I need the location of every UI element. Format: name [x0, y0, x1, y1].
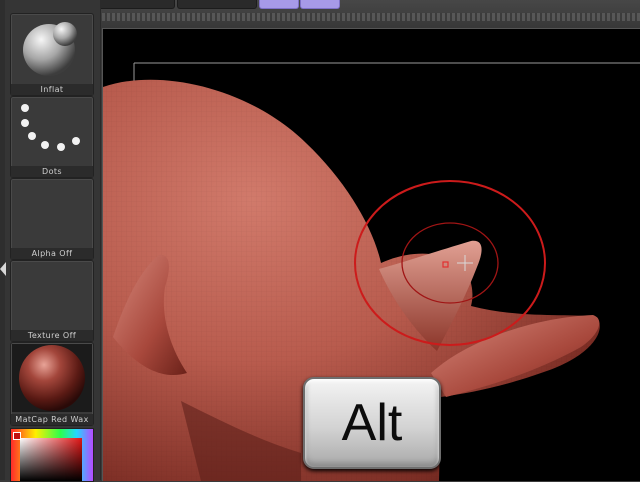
stroke-selector[interactable]: Dots — [10, 96, 94, 178]
toolbar-button-2[interactable] — [93, 0, 175, 9]
color-marker-icon — [13, 432, 21, 440]
material-label: MatCap Red Wax — [11, 414, 93, 425]
toolbar-button-3[interactable] — [177, 0, 257, 9]
stroke-label: Dots — [11, 166, 93, 177]
texture-label: Texture Off — [11, 330, 93, 341]
alpha-label: Alpha Off — [11, 248, 93, 259]
collapse-arrow-icon[interactable] — [0, 262, 6, 276]
toolbar-toggle-purple-2[interactable] — [300, 0, 340, 9]
shelf-edge — [0, 0, 5, 480]
brush-sphere-icon — [23, 22, 77, 76]
brush-selector[interactable]: Inflat — [10, 13, 94, 96]
brush-label: Inflat — [11, 84, 93, 95]
material-sphere-icon — [12, 344, 92, 412]
material-selector[interactable]: MatCap Red Wax — [10, 342, 94, 426]
stroke-dots-icon — [21, 104, 80, 151]
alpha-selector[interactable]: Alpha Off — [10, 178, 94, 260]
color-picker[interactable] — [10, 428, 94, 482]
toolbar-ruler — [102, 13, 640, 21]
left-shelf: Inflat Dots Alpha Off Texture Off MatCap… — [0, 0, 101, 482]
alt-key-overlay: Alt — [303, 377, 441, 469]
color-swatch-area[interactable] — [20, 438, 82, 481]
toolbar-toggle-purple-1[interactable] — [259, 0, 299, 9]
texture-selector[interactable]: Texture Off — [10, 260, 94, 342]
